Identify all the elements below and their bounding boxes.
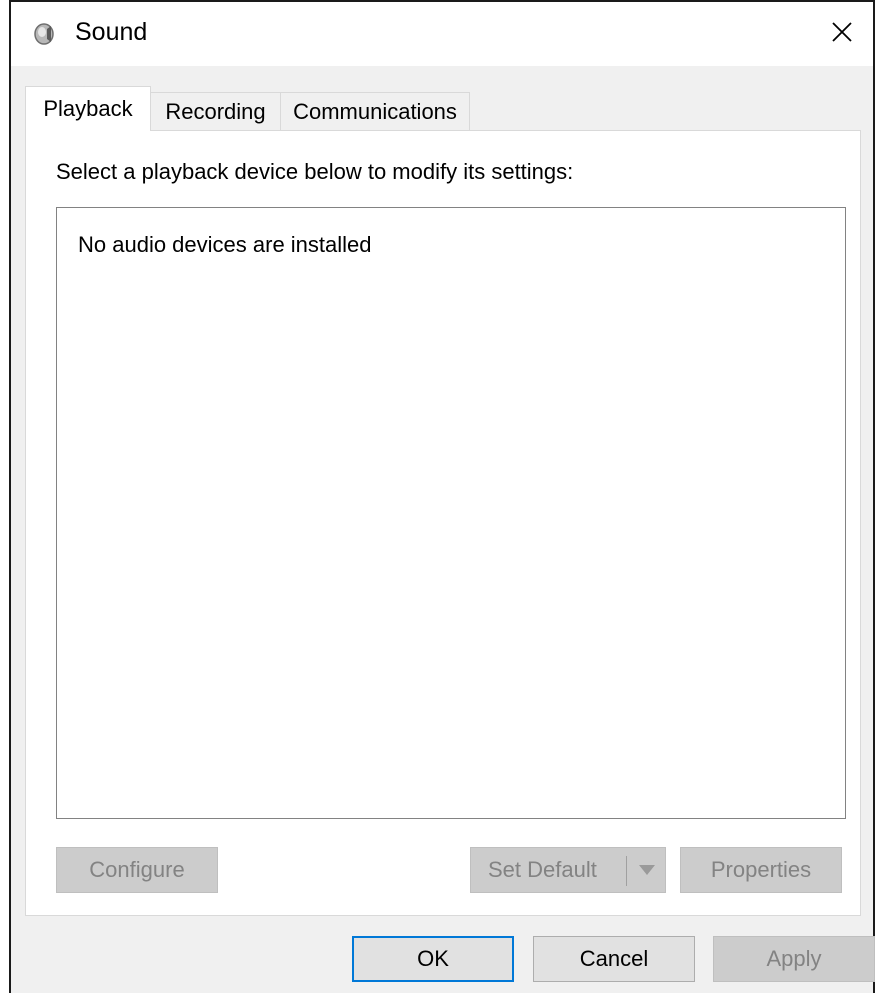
window-title: Sound (75, 18, 148, 46)
device-list[interactable]: No audio devices are installed (56, 207, 846, 819)
properties-button[interactable]: Properties (680, 847, 842, 893)
cancel-button[interactable]: Cancel (533, 936, 695, 982)
split-separator (626, 856, 627, 886)
title-bar: Sound (11, 2, 873, 66)
instruction-text: Select a playback device below to modify… (56, 159, 574, 184)
configure-button[interactable]: Configure (56, 847, 218, 893)
set-default-label: Set Default (488, 857, 597, 882)
close-icon (831, 21, 853, 48)
tab-recording[interactable]: Recording (150, 92, 281, 130)
ok-button[interactable]: OK (352, 936, 514, 982)
close-button[interactable] (811, 2, 873, 66)
speaker-icon (33, 22, 55, 46)
set-default-button[interactable]: Set Default (470, 847, 666, 893)
empty-list-message: No audio devices are installed (78, 232, 372, 257)
tab-playback[interactable]: Playback (25, 86, 151, 131)
tab-communications[interactable]: Communications (280, 92, 470, 130)
chevron-down-icon[interactable] (639, 865, 655, 875)
apply-button[interactable]: Apply (713, 936, 875, 982)
playback-panel: Select a playback device below to modify… (25, 130, 861, 916)
sound-dialog: Sound Playback Recording Communications … (9, 0, 875, 993)
